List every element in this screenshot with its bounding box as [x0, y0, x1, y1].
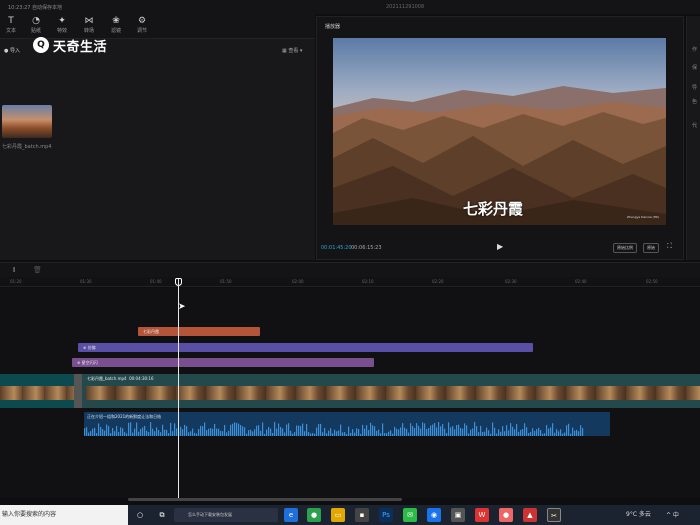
ruler-tick: 02:20 [432, 279, 444, 284]
original-button[interactable]: 原始 [643, 243, 659, 253]
toolbar-adjust-button[interactable]: ⚙ 调节 [131, 16, 153, 36]
task-view-icon[interactable]: ⧉ [155, 508, 169, 522]
green-app-icon[interactable]: ● [307, 508, 321, 522]
brand-text: 天奇生活 [53, 39, 108, 55]
ruler-tick: 02:50 [646, 279, 658, 284]
toolbar-text-button[interactable]: T 文本 [0, 16, 22, 36]
play-icon[interactable]: ▶ [497, 242, 503, 251]
prop-label: 色 [692, 99, 698, 105]
text-clip[interactable]: 七彩丹霞 [138, 327, 260, 336]
fullscreen-icon[interactable]: ⛶ [667, 242, 672, 251]
video-clip-label: 七彩丹霞_batch.mp4 00:04:30:16 [87, 376, 154, 381]
ruler-tick: 01:20 [10, 279, 22, 284]
ruler-tick: 02:10 [362, 279, 374, 284]
ratio-button[interactable]: 原始比例 [613, 243, 637, 253]
toolbar-filter-button[interactable]: ❀ 滤镜 [105, 16, 127, 36]
app-icon[interactable]: ▪ [355, 508, 369, 522]
filter-clip[interactable]: ⊕ 仿佛 [78, 343, 533, 352]
file-explorer-icon[interactable]: ▭ [331, 508, 345, 522]
timeline-scrollbar[interactable] [128, 498, 402, 501]
timeline-ruler[interactable]: 01:20 01:30 01:40 01:50 02:00 02:10 02:2… [0, 277, 700, 287]
video-clip[interactable]: 七彩丹霞_batch.mp4 00:04:30:16 [74, 374, 700, 408]
ruler-tick: 02:30 [505, 279, 517, 284]
effect-clip[interactable]: ⊕ 星空闪闪 [72, 358, 374, 367]
photoshop-icon[interactable]: Ps [379, 508, 393, 522]
view-toggle[interactable]: ▦ 查看 ▾ [282, 47, 302, 54]
mouse-cursor-icon: ➤ [178, 302, 186, 312]
system-tray[interactable]: ^ 中 [666, 510, 679, 519]
wps-icon[interactable]: W [475, 508, 489, 522]
material-toolbar: T 文本 ◔ 贴纸 ✦ 特效 ⋈ 转场 ❀ 滤镜 ⚙ 调节 [0, 14, 315, 38]
audio-clip[interactable]: 正在介绍一组和2021的新鲜度让法和日结 [84, 412, 610, 436]
audio-waveform [84, 422, 584, 436]
timeline-toolbar: I 🗑 [0, 262, 700, 277]
weather-widget[interactable]: 9°C 多云 [626, 509, 651, 518]
properties-panel: 作 保 导 色 代 [686, 16, 700, 260]
title-bar: 10:23:27 自动保存本地 202111291008 [0, 0, 700, 14]
total-time: 00:06:15:23 [351, 245, 382, 251]
preview-landscape [333, 86, 666, 225]
current-time: 00:01:45:20 [321, 245, 352, 251]
prop-label: 导 [692, 85, 698, 91]
toolbar-transition-button[interactable]: ⋈ 转场 [78, 16, 100, 36]
prop-label: 作 [692, 47, 698, 53]
wechat-icon[interactable]: ✉ [403, 508, 417, 522]
video-caption: 七彩丹霞 [463, 200, 524, 218]
os-taskbar: 输入你要搜索的内容 ○ ⧉ 怎么手动下载安装包发展 e ● ▭ ▪ Ps ✉ ◉… [0, 505, 700, 525]
edge-browser-icon[interactable]: e [284, 508, 298, 522]
ruler-tick: 01:30 [80, 279, 92, 284]
browser-icon[interactable]: ◉ [427, 508, 441, 522]
split-icon[interactable]: I [13, 266, 15, 274]
ruler-tick: 02:00 [292, 279, 304, 284]
capcut-icon[interactable]: ✂ [547, 508, 561, 522]
clip-trim-handle[interactable] [74, 374, 82, 408]
preview-viewport[interactable]: 七彩丹霞 Zhangye Danxia (HK) [333, 38, 666, 225]
window-title: 10:23:27 自动保存本地 [8, 5, 63, 11]
media-panel: ● 导入 ▦ 查看 ▾ 七彩丹霞_batch.mp4 [0, 38, 315, 260]
player-panel: 播放器 七彩丹霞 Zhangye Danxia (HK) 00:01:45:20… [316, 16, 684, 260]
prop-label: 保 [692, 65, 698, 71]
taskbar-ad-widget[interactable]: 怎么手动下载安装包发展 [174, 508, 278, 522]
cortana-icon[interactable]: ○ [133, 508, 147, 522]
effects-icon: ✦ [58, 16, 66, 26]
game-app-icon[interactable]: ● [499, 508, 513, 522]
text-icon: T [8, 16, 14, 26]
previous-video-clip[interactable] [0, 386, 74, 400]
brand-logo-icon: Q [33, 37, 49, 53]
ruler-tick: 01:50 [220, 279, 232, 284]
watermark: Q 天奇生活 [33, 36, 108, 55]
taskbar-search-input[interactable]: 输入你要搜索的内容 [0, 505, 128, 525]
player-title: 播放器 [325, 24, 341, 30]
window-date: 202111291008 [386, 4, 425, 10]
ruler-tick: 02:40 [575, 279, 587, 284]
ruler-tick: 01:40 [150, 279, 162, 284]
media-thumbnail[interactable] [2, 105, 52, 138]
media-app-icon[interactable]: ▣ [451, 508, 465, 522]
toolbar-sticker-button[interactable]: ◔ 贴纸 [25, 16, 47, 36]
filter-icon: ❀ [112, 16, 120, 26]
video-credit: Zhangye Danxia (HK) [627, 215, 660, 219]
adjust-icon: ⚙ [137, 16, 147, 26]
timeline-tracks: 七彩丹霞 ⊕ 仿佛 ⊕ 星空闪闪 七彩丹霞_batch.mp4 00:04:30… [0, 288, 700, 498]
prop-label: 代 [692, 123, 698, 129]
transition-icon: ⋈ [84, 16, 94, 26]
sticker-icon: ◔ [32, 16, 40, 26]
import-button[interactable]: ● 导入 [4, 47, 20, 54]
red-app-icon[interactable]: ▲ [523, 508, 537, 522]
media-item-label: 七彩丹霞_batch.mp4 [2, 144, 52, 150]
toolbar-effects-button[interactable]: ✦ 特效 [51, 16, 73, 36]
delete-icon[interactable]: 🗑 [33, 266, 42, 274]
